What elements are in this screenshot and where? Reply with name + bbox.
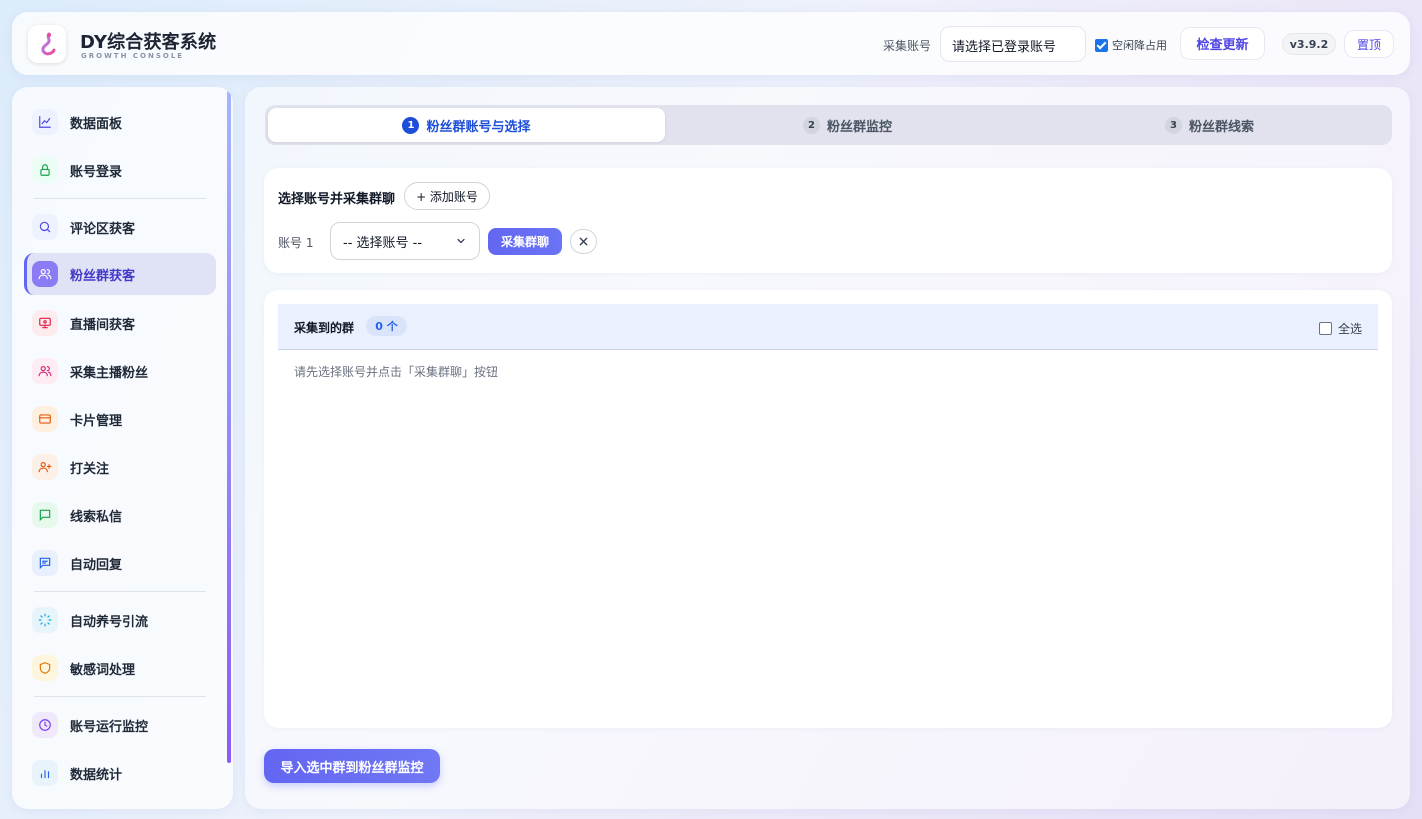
sidebar-item-label: 粉丝群获客 <box>70 268 136 284</box>
sidebar-item-streamer-fans[interactable]: 采集主播粉丝 <box>24 350 216 392</box>
account-row-label: 账号 1 <box>278 236 314 250</box>
account-label: 采集账号 <box>883 39 932 53</box>
account-select[interactable]: 请选择已登录账号 <box>940 26 1086 62</box>
sidebar-item-label: 数据统计 <box>70 767 123 783</box>
account-select-1[interactable]: -- 选择账号 -- <box>330 222 480 260</box>
step-label: 粉丝群线索 <box>1188 119 1254 135</box>
sidebar-item-stats[interactable]: 数据统计 <box>24 752 216 794</box>
sidebar-item-label: 线索私信 <box>70 509 123 525</box>
add-account-button[interactable]: + 添加账号 <box>404 182 490 210</box>
sidebar-item-dm[interactable]: 线索私信 <box>24 494 216 536</box>
import-groups-button[interactable]: 导入选中群到粉丝群监控 <box>264 749 440 783</box>
select-all-toggle[interactable]: 全选 <box>1319 320 1362 337</box>
sidebar-item-label: 账号运行监控 <box>70 719 149 735</box>
search-icon <box>32 214 58 240</box>
chevron-down-icon <box>457 238 465 244</box>
sidebar-item-label: 评论区获客 <box>70 221 136 237</box>
card-icon <box>32 406 58 432</box>
select-all-label: 全选 <box>1338 322 1363 336</box>
groups-header: 采集到的群 0 个 全选 <box>278 304 1378 350</box>
monitor-icon <box>32 310 58 336</box>
sidebar-item-label: 账号登录 <box>70 164 123 180</box>
close-icon <box>579 237 588 246</box>
sidebar-divider <box>34 696 206 697</box>
remove-account-button[interactable] <box>570 229 597 254</box>
clock-icon <box>32 712 58 738</box>
sidebar-item-comment[interactable]: 评论区获客 <box>24 206 216 248</box>
collect-groups-button[interactable]: 采集群聊 <box>488 228 562 255</box>
idle-checkbox[interactable] <box>1095 38 1108 52</box>
sidebar-divider <box>34 198 206 199</box>
tab-step-2[interactable]: 2 粉丝群监控 <box>665 108 1030 142</box>
app-title: DY综合获客系统 <box>80 32 217 53</box>
sidebar-item-login[interactable]: 账号登录 <box>24 149 216 191</box>
idle-toggle[interactable]: 空闲降占用 <box>1095 37 1167 53</box>
app-logo <box>28 25 66 63</box>
main-panel: 1 粉丝群账号与选择 2 粉丝群监控 3 粉丝群线索 选择账号并采集群聊 + 添… <box>245 87 1410 809</box>
sidebar-item-label: 自动养号引流 <box>70 614 149 630</box>
step-tabs: 1 粉丝群账号与选择 2 粉丝群监控 3 粉丝群线索 <box>265 105 1392 145</box>
message-icon <box>32 502 58 528</box>
loader-icon <box>32 607 58 633</box>
chart-line-icon <box>32 109 58 135</box>
select-all-checkbox[interactable] <box>1319 322 1332 335</box>
tab-step-1[interactable]: 1 粉丝群账号与选择 <box>268 108 665 142</box>
logo-icon <box>41 32 56 56</box>
user-plus-icon <box>32 454 58 480</box>
pin-top-button[interactable]: 置顶 <box>1344 30 1394 58</box>
sidebar-item-label: 卡片管理 <box>70 413 123 429</box>
step-number: 1 <box>402 116 420 134</box>
empty-hint: 请先选择账号并点击「采集群聊」按钮 <box>294 365 499 379</box>
sidebar-item-label: 直播间获客 <box>70 317 136 333</box>
sidebar-divider <box>34 591 206 592</box>
sidebar-item-label: 自动回复 <box>70 557 123 573</box>
chat-reply-icon <box>32 550 58 576</box>
sidebar-item-label: 采集主播粉丝 <box>70 365 149 381</box>
idle-label: 空闲降占用 <box>1112 39 1167 52</box>
groups-card: 采集到的群 0 个 全选 请先选择账号并点击「采集群聊」按钮 <box>264 290 1392 728</box>
sidebar-item-monitor[interactable]: 账号运行监控 <box>24 704 216 746</box>
sidebar-scrollbar[interactable] <box>227 91 231 763</box>
tab-step-3[interactable]: 3 粉丝群线索 <box>1030 108 1389 142</box>
sidebar-item-sensitive[interactable]: 敏感词处理 <box>24 647 216 689</box>
step-label: 粉丝群账号与选择 <box>426 119 531 135</box>
sidebar-item-cards[interactable]: 卡片管理 <box>24 398 216 440</box>
groups-count-badge: 0 个 <box>366 316 407 336</box>
sidebar-item-label: 打关注 <box>70 461 110 477</box>
sidebar-item-label: 数据面板 <box>70 116 123 132</box>
step-number: 2 <box>802 116 820 134</box>
bar-chart-icon <box>32 760 58 786</box>
lock-icon <box>32 157 58 183</box>
sidebar: 数据面板 账号登录 评论区获客 粉丝群获客 直播间获客 采集主播粉丝 卡片管理 … <box>12 87 233 809</box>
check-update-button[interactable]: 检查更新 <box>1180 27 1265 60</box>
shield-icon <box>32 655 58 681</box>
sidebar-item-auto-nurture[interactable]: 自动养号引流 <box>24 599 216 641</box>
account-card-title: 选择账号并采集群聊 <box>278 192 396 207</box>
app-subtitle: GROWTH CONSOLE <box>81 52 185 60</box>
sidebar-item-auto-reply[interactable]: 自动回复 <box>24 542 216 584</box>
sidebar-item-live[interactable]: 直播间获客 <box>24 302 216 344</box>
top-header: DY综合获客系统 GROWTH CONSOLE 采集账号 请选择已登录账号 空闲… <box>12 12 1410 75</box>
sidebar-item-follow[interactable]: 打关注 <box>24 446 216 488</box>
groups-title: 采集到的群 <box>294 321 355 335</box>
users-icon <box>32 358 58 384</box>
users-icon <box>32 261 58 287</box>
sidebar-item-dashboard[interactable]: 数据面板 <box>24 101 216 143</box>
step-label: 粉丝群监控 <box>826 119 892 135</box>
version-badge: v3.9.2 <box>1282 33 1336 55</box>
account-card: 选择账号并采集群聊 + 添加账号 账号 1 -- 选择账号 -- 采集群聊 <box>264 168 1392 273</box>
sidebar-item-label: 敏感词处理 <box>70 662 136 678</box>
step-number: 3 <box>1164 116 1182 134</box>
sidebar-item-fan-group[interactable]: 粉丝群获客 <box>24 253 216 295</box>
account-select-value: -- 选择账号 -- <box>343 235 423 251</box>
